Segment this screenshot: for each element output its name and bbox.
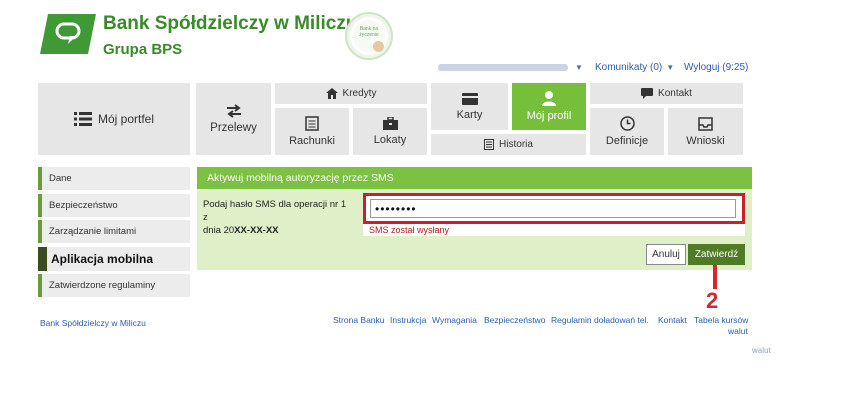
confirm-button[interactable]: Zatwierdź [688,244,745,265]
tile-kredyty-label: Kredyty [342,88,377,99]
tile-kontakt[interactable]: Kontakt [590,83,743,104]
footer-bank-name[interactable]: Bank Spółdzielczy w Miliczu [40,318,146,328]
highlight-frame [363,193,745,224]
tile-rachunki[interactable]: Rachunki [275,108,349,155]
sms-label-date: XX-XX-XX [234,225,279,236]
bank-seal-icon: Bank na życzenie [345,12,393,60]
sms-password-input[interactable] [370,199,736,218]
tile-przelewy[interactable]: Przelewy [196,83,271,155]
footer-link-instrukcja[interactable]: Instrukcja [390,315,426,325]
footer-link-regulamin[interactable]: Regulamin doładowań tel. [551,315,649,325]
user-icon [542,91,556,106]
tile-rachunki-label: Rachunki [289,135,335,147]
home-icon [325,88,338,99]
tile-historia-label: Historia [499,139,533,150]
tile-kontakt-label: Kontakt [658,88,692,99]
ghost-text: walut [752,346,771,355]
tile-moj-portfel[interactable]: Mój portfel [38,83,190,155]
tile-moj-profil[interactable]: Mój profil [512,83,586,130]
sms-sent-status: SMS został wysłany [363,224,745,236]
footer-link-kontakt[interactable]: Kontakt [658,315,687,325]
tile-karty-label: Karty [456,108,483,121]
seal-dot [373,41,384,52]
sidebar-item-bezpieczenstwo[interactable]: Bezpieczeństwo [38,194,190,217]
tile-moj-profil-label: Mój profil [526,110,572,122]
clock-icon [619,116,635,131]
footer-link-tabela-kursow[interactable]: Tabela kursów [694,315,748,325]
logout-link[interactable]: Wyloguj (9:25) [684,62,748,73]
sms-label-line1: Podaj hasło SMS dla operacji nr 1 z [203,199,347,223]
sidebar-item-dane[interactable]: Dane [38,167,190,190]
footer-link-wymagania[interactable]: Wymagania [432,315,477,325]
tile-przelewy-label: Przelewy [210,122,257,134]
annotation-step-number: 2 [706,288,719,313]
footer-link-strona-banku[interactable]: Strona Banku [333,315,385,325]
panel-title: Aktywuj mobilną autoryzację przez SMS [197,167,752,189]
document-icon [484,139,495,150]
chat-bubble-icon [641,88,654,99]
sidebar-item-regulaminy[interactable]: Zatwierdzone regulaminy [38,274,190,297]
messages-link-label[interactable]: Komunikaty (0) [595,62,662,73]
bank-logo-icon [40,14,96,54]
sidebar-item-limity[interactable]: Zarządzanie limitami [38,220,190,243]
tile-wnioski[interactable]: Wnioski [668,108,743,155]
chevron-down-icon[interactable]: ▼ [575,63,583,72]
tile-karty[interactable]: Karty [431,83,508,130]
list-icon [73,112,92,126]
cancel-button[interactable]: Anuluj [646,244,686,265]
tile-historia[interactable]: Historia [431,134,586,155]
user-name-blurred[interactable] [438,64,568,71]
chevron-down-icon[interactable]: ▼ [666,63,674,72]
annotation-pointer [713,265,717,289]
ledger-icon [305,116,319,131]
inbox-icon [698,116,713,131]
tile-definicje-label: Definicje [605,135,649,147]
tile-moj-portfel-label: Mój portfel [97,112,155,126]
group-name: Grupa BPS [103,41,183,58]
tile-kredyty[interactable]: Kredyty [275,83,427,104]
sidebar-item-aplikacja-mobilna[interactable]: Aplikacja mobilna [38,247,190,271]
bank-name: Bank Spółdzielczy w Miliczu [103,13,358,34]
credit-card-icon [461,92,478,105]
briefcase-icon [382,117,398,130]
footer-link-tabela-kursow-wrap[interactable]: walut [728,326,748,336]
footer-link-bezpieczenstwo[interactable]: Bezpieczeństwo [484,315,545,325]
tile-definicje[interactable]: Definicje [590,108,664,155]
sms-password-label: Podaj hasło SMS dla operacji nr 1 z dnia… [203,198,353,237]
tile-lokaty[interactable]: Lokaty [353,108,427,155]
transfer-arrows-icon [226,104,241,118]
tile-wnioski-label: Wnioski [686,134,725,147]
tile-lokaty-label: Lokaty [373,134,407,146]
messages-link[interactable]: Komunikaty (0) ▼ [595,62,674,73]
sms-label-line2-prefix: dnia 20 [203,225,235,236]
